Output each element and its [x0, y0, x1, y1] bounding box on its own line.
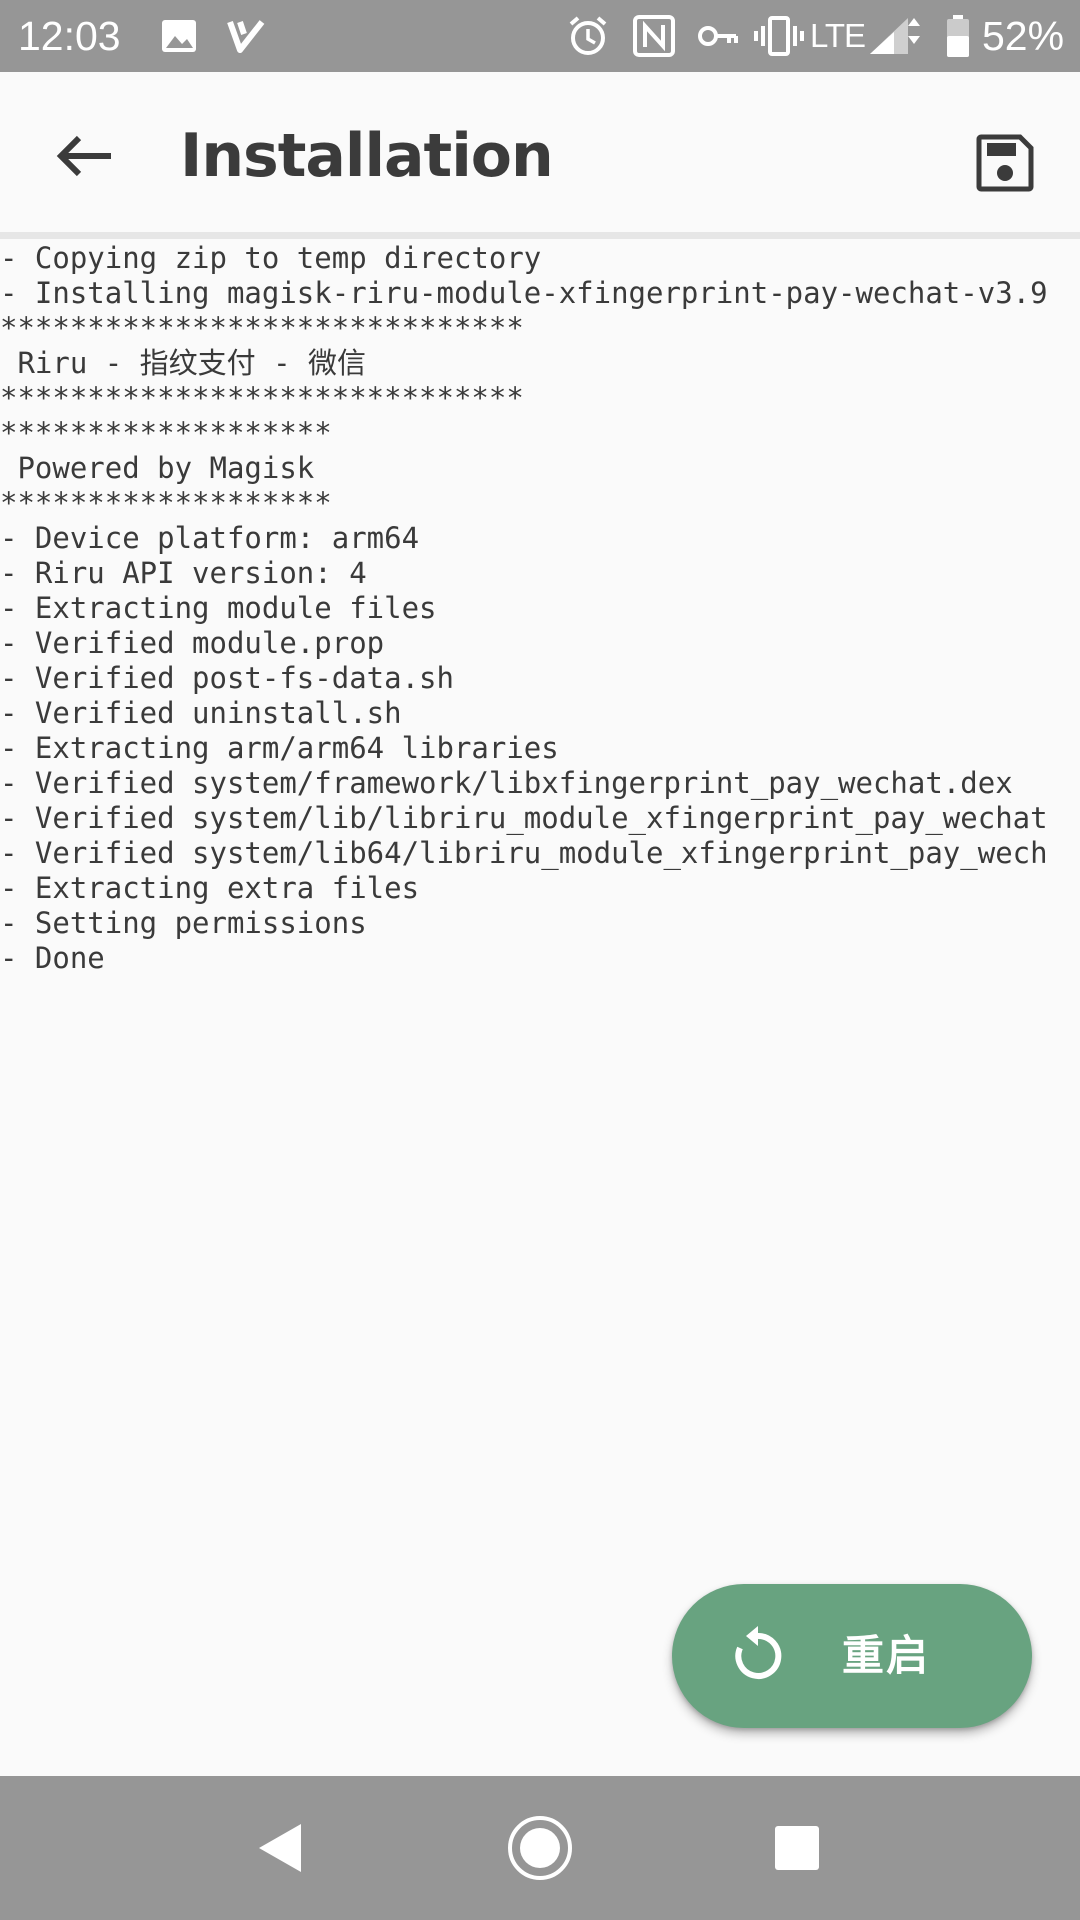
reboot-button[interactable]: 重启 — [672, 1584, 1032, 1728]
console-line: - Verified post-fs-data.sh — [0, 661, 454, 695]
reboot-label: 重启 — [842, 1631, 931, 1680]
vibrate-icon — [754, 16, 804, 56]
console-line: ******************* — [0, 416, 332, 450]
battery-icon — [947, 15, 969, 57]
signal-icon — [870, 18, 920, 54]
console-line: - Installing magisk-riru-module-xfingerp… — [0, 276, 1048, 310]
vpn-key-icon — [698, 26, 738, 46]
console-line: - Verified system/framework/libxfingerpr… — [0, 766, 1013, 800]
console-line: - Verified uninstall.sh — [0, 696, 402, 730]
console-line: - Verified system/lib/libriru_module_xfi… — [0, 801, 1048, 835]
nfc-icon — [633, 15, 675, 57]
console-line: - Copying zip to temp directory — [0, 241, 542, 275]
console-line: - Extracting arm/arm64 libraries — [0, 731, 559, 765]
status-time: 12:03 — [18, 13, 121, 59]
console-line: ******************* — [0, 486, 332, 520]
alarm-icon — [569, 16, 607, 55]
nav-back-button[interactable] — [235, 1812, 325, 1884]
save-button[interactable] — [960, 118, 1050, 208]
nav-recents-button[interactable] — [752, 1812, 842, 1884]
console-line: - Extracting extra files — [0, 871, 420, 905]
navigation-bar — [0, 1776, 1080, 1920]
arrow-left-icon — [56, 135, 111, 177]
restart-icon — [735, 1626, 782, 1679]
console-line: - Done — [0, 941, 105, 975]
console-line: - Device platform: arm64 — [0, 521, 420, 555]
status-bar: 12:03 LTE 52% — [0, 0, 1080, 72]
console-line: Riru - 指纹支付 - 微信 — [0, 346, 367, 380]
network-type-label: LTE — [810, 17, 866, 54]
app-bar-divider — [0, 232, 1080, 239]
back-button[interactable] — [40, 111, 130, 201]
check-v-icon — [227, 20, 265, 53]
page-title: Installation — [180, 121, 554, 191]
image-icon — [162, 20, 196, 52]
nav-home-button[interactable] — [495, 1812, 585, 1884]
save-icon — [976, 134, 1034, 192]
nav-back-icon — [259, 1824, 301, 1872]
app-bar: Installation — [0, 72, 1080, 232]
console-line: - Verified module.prop — [0, 626, 385, 660]
console-line: - Riru API version: 4 — [0, 556, 367, 590]
console-line: ****************************** — [0, 311, 524, 345]
console-line: Powered by Magisk — [0, 451, 315, 485]
console-line: - Verified system/lib64/libriru_module_x… — [0, 836, 1048, 870]
battery-percent: 52% — [982, 13, 1065, 59]
nav-home-icon — [508, 1816, 572, 1880]
console-line: - Setting permissions — [0, 906, 367, 940]
nav-recents-icon — [775, 1826, 819, 1870]
console-line: ****************************** — [0, 381, 524, 415]
console-output[interactable]: - Copying zip to temp directory - Instal… — [0, 239, 1080, 1775]
console-line: - Extracting module files — [0, 591, 437, 625]
